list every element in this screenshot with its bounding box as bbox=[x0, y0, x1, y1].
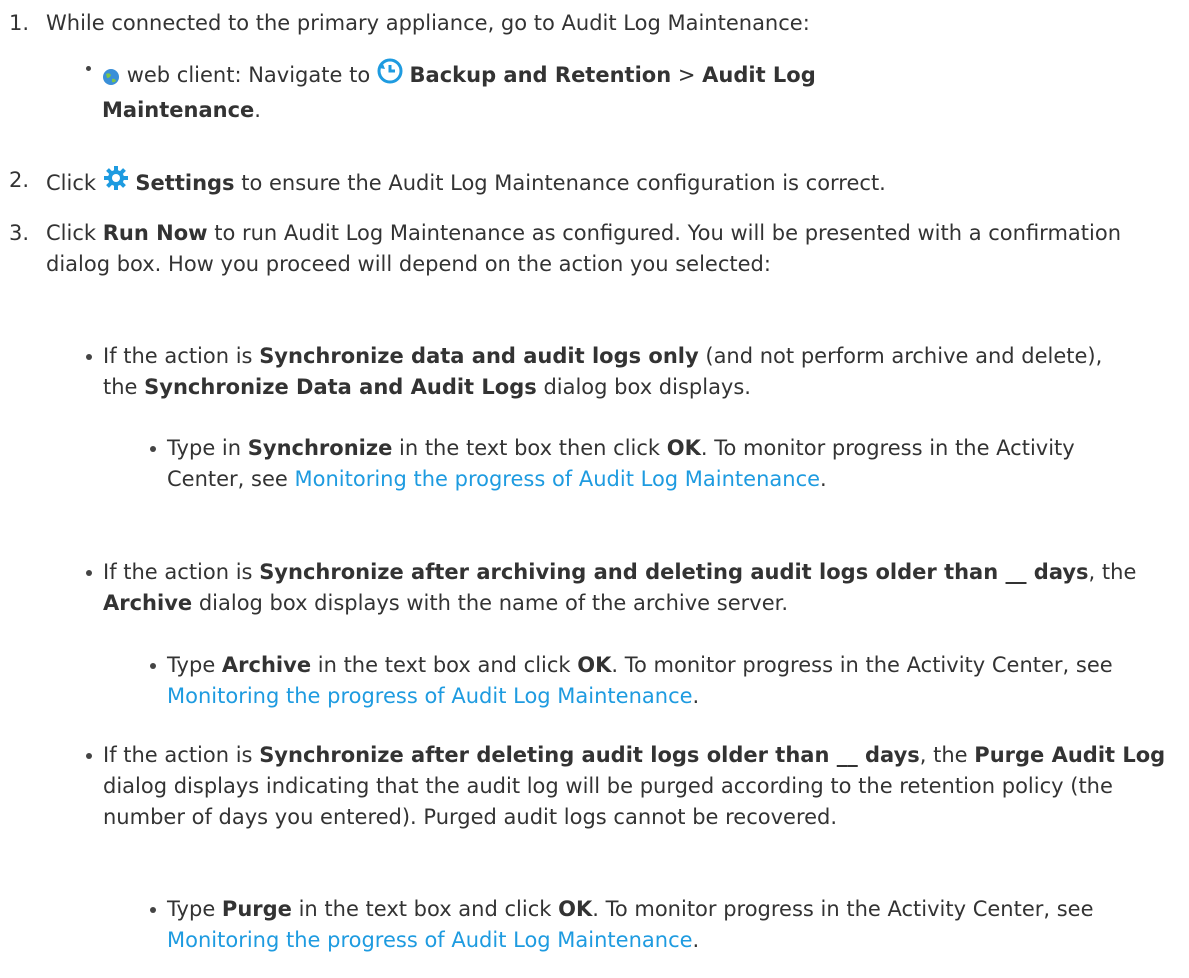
sub-post: . To monitor progress in the Activity Ce… bbox=[611, 653, 1113, 677]
sentence-end: . bbox=[692, 684, 700, 708]
dialog-name: Archive bbox=[103, 591, 193, 615]
sub-post: . To monitor progress in the Activity Ce… bbox=[592, 897, 1094, 921]
step-text: Click Run Now to run Audit Log Maintenan… bbox=[46, 218, 1136, 280]
audit-log-label: Audit Log bbox=[702, 63, 816, 87]
bullet-dot bbox=[86, 753, 92, 759]
step-1: 1. While connected to the primary applia… bbox=[0, 8, 1180, 39]
step-2-post: to ensure the Audit Log Maintenance conf… bbox=[241, 171, 886, 195]
settings-gear-icon bbox=[103, 165, 129, 200]
action-sub-2: Type Archive in the text box and click O… bbox=[167, 650, 1167, 712]
action-sub-1: Type in Synchronize in the text box then… bbox=[167, 433, 1132, 495]
sentence-end: . bbox=[692, 928, 700, 952]
run-now-label: Run Now bbox=[102, 221, 208, 245]
step-text: While connected to the primary appliance… bbox=[46, 11, 810, 35]
action-sub-3: Type Purge in the text box and click OK.… bbox=[167, 894, 1177, 956]
action-bullet-1: If the action is Synchronize data and au… bbox=[103, 341, 1123, 403]
type-keyword: Purge bbox=[221, 897, 292, 921]
breadcrumb-separator: > bbox=[677, 63, 696, 87]
bullet-dot bbox=[86, 354, 92, 360]
action-name: Synchronize after deleting audit logs ol… bbox=[259, 743, 920, 767]
step-2-pre: Click bbox=[46, 171, 97, 195]
backup-retention-label: Backup and Retention bbox=[409, 63, 672, 87]
bullet-pre: If the action is bbox=[103, 560, 253, 584]
sub-pre: Type bbox=[167, 653, 216, 677]
bullet-pre: If the action is bbox=[103, 344, 253, 368]
action-name: Synchronize after archiving and deleting… bbox=[259, 560, 1089, 584]
dialog-name: Synchronize Data and Audit Logs bbox=[144, 375, 537, 399]
dialog-name: Purge Audit Log bbox=[974, 743, 1166, 767]
settings-label: Settings bbox=[135, 171, 235, 195]
web-client-instruction: web client: Navigate to Backup and Reten… bbox=[102, 58, 1162, 126]
bullet-mid: , the bbox=[1088, 560, 1137, 584]
action-name: Synchronize data and audit logs only bbox=[259, 344, 699, 368]
backup-clock-icon bbox=[377, 58, 403, 93]
sentence-end: . bbox=[254, 98, 261, 122]
step-text: Click Settings to ensure the Audit Log M… bbox=[46, 165, 1180, 200]
bullet-post: dialog displays indicating that the audi… bbox=[103, 774, 1113, 829]
ok-label: OK bbox=[558, 897, 593, 921]
monitoring-progress-link[interactable]: Monitoring the progress of Audit Log Mai… bbox=[167, 684, 693, 708]
step-2: 2. Click Settings to ensure the Audit Lo… bbox=[0, 165, 1180, 200]
bullet-dot bbox=[150, 663, 156, 669]
sub-mid: in the text box and click bbox=[317, 653, 571, 677]
procedure-document: 1. While connected to the primary applia… bbox=[0, 0, 1189, 978]
step-3-post: to run Audit Log Maintenance as configur… bbox=[46, 221, 1122, 276]
monitoring-progress-link[interactable]: Monitoring the progress of Audit Log Mai… bbox=[295, 467, 821, 491]
bullet-dot bbox=[150, 907, 156, 913]
sub-mid: in the text box and click bbox=[298, 897, 552, 921]
step-3-pre: Click bbox=[46, 221, 97, 245]
sub-pre: Type bbox=[167, 897, 216, 921]
step-number: 3. bbox=[9, 221, 30, 245]
bullet-pre: If the action is bbox=[103, 743, 253, 767]
step-number: 1. bbox=[9, 11, 30, 35]
type-keyword: Synchronize bbox=[247, 436, 393, 460]
action-bullet-3: If the action is Synchronize after delet… bbox=[103, 740, 1173, 833]
step-number: 2. bbox=[9, 168, 30, 192]
sentence-end: . bbox=[820, 467, 827, 491]
action-bullet-2: If the action is Synchronize after archi… bbox=[103, 557, 1163, 619]
ok-label: OK bbox=[666, 436, 701, 460]
type-keyword: Archive bbox=[221, 653, 312, 677]
maintenance-label: Maintenance bbox=[102, 98, 255, 122]
monitoring-progress-link[interactable]: Monitoring the progress of Audit Log Mai… bbox=[167, 928, 693, 952]
sub-mid: in the text box then click bbox=[399, 436, 661, 460]
globe-icon bbox=[102, 64, 120, 95]
bullet-dot bbox=[86, 66, 91, 71]
bullet-dot bbox=[86, 570, 92, 576]
sub-pre: Type in bbox=[167, 436, 242, 460]
step-3: 3. Click Run Now to run Audit Log Mainte… bbox=[0, 218, 1180, 280]
bullet-dot bbox=[150, 446, 156, 452]
ok-label: OK bbox=[577, 653, 612, 677]
bullet-post: dialog box displays. bbox=[543, 375, 751, 399]
bullet-mid: , the bbox=[919, 743, 968, 767]
bullet-post: dialog box displays with the name of the… bbox=[198, 591, 788, 615]
web-client-label: web client: Navigate to bbox=[126, 63, 371, 87]
